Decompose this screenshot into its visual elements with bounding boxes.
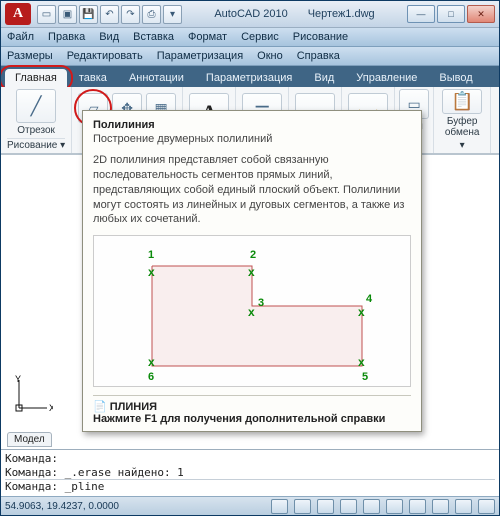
svg-text:x: x <box>358 305 365 319</box>
model-tab[interactable]: Модел <box>7 432 52 447</box>
svg-text:x: x <box>248 265 255 279</box>
svg-text:X: X <box>49 403 53 413</box>
qat-new-icon[interactable]: ▭ <box>37 5 56 24</box>
clipboard-icon[interactable]: 📋 <box>442 89 482 114</box>
tooltip-body: 2D полилиния представляет собой связанну… <box>93 153 411 227</box>
svg-text:5: 5 <box>362 371 368 383</box>
status-toggle-1[interactable] <box>271 499 288 514</box>
menu-help[interactable]: Справка <box>297 49 340 63</box>
qat-dropdown-icon[interactable]: ▾ <box>163 5 182 24</box>
tooltip-cmd-icon: 📄 <box>93 401 110 413</box>
close-button[interactable]: ✕ <box>467 5 495 23</box>
svg-text:Y: Y <box>15 374 21 384</box>
status-toggle-7[interactable] <box>409 499 426 514</box>
menu-bar-row1: Файл Правка Вид Вставка Формат Сервис Ри… <box>1 28 499 47</box>
menu-file[interactable]: Файл <box>7 30 34 44</box>
menu-insert[interactable]: Вставка <box>133 30 174 44</box>
minimize-button[interactable]: — <box>407 5 435 23</box>
svg-text:2: 2 <box>250 249 256 261</box>
status-bar: 54.9063, 19.4237, 0.0000 <box>1 496 499 515</box>
clipboard-label: Буфер обмена <box>440 116 484 138</box>
tooltip-subtitle: Построение двумерных полилиний <box>93 133 411 145</box>
tab-output[interactable]: Вывод <box>429 69 482 87</box>
doc-title: Чертеж1.dwg <box>308 8 375 20</box>
tooltip-polyline: Полилиния Построение двумерных полилиний… <box>82 110 422 432</box>
tooltip-illustration: 1x 2x 3x 4x 5x 6x <box>93 235 411 387</box>
status-toggle-10[interactable] <box>478 499 495 514</box>
qat-undo-icon[interactable]: ↶ <box>100 5 119 24</box>
status-toggle-4[interactable] <box>340 499 357 514</box>
status-toggle-6[interactable] <box>386 499 403 514</box>
status-toggle-8[interactable] <box>432 499 449 514</box>
qat-open-icon[interactable]: ▣ <box>58 5 77 24</box>
status-toggle-5[interactable] <box>363 499 380 514</box>
svg-text:x: x <box>148 265 155 279</box>
svg-text:x: x <box>248 305 255 319</box>
menu-window[interactable]: Окно <box>257 49 283 63</box>
ribbon-tabs: Главная тавка Аннотации Параметризация В… <box>1 66 499 87</box>
maximize-button[interactable]: □ <box>437 5 465 23</box>
cmd-current: Команда: _pline <box>5 479 495 494</box>
menu-view[interactable]: Вид <box>99 30 119 44</box>
qat-print-icon[interactable]: ⎙ <box>142 5 161 24</box>
app-title: AutoCAD 2010 <box>214 8 287 20</box>
status-toggle-9[interactable] <box>455 499 472 514</box>
cmd-history-2: Команда: _.erase найдено: 1 <box>5 466 495 480</box>
menu-bar-row2: Размеры Редактировать Параметризация Окн… <box>1 47 499 66</box>
menu-service[interactable]: Сервис <box>241 30 279 44</box>
menu-format[interactable]: Формат <box>188 30 227 44</box>
svg-text:x: x <box>148 355 155 369</box>
app-menu-button[interactable] <box>5 3 31 25</box>
cmd-history-1: Команда: <box>5 452 495 466</box>
svg-text:x: x <box>358 355 365 369</box>
ucs-icon: Y X <box>11 374 53 419</box>
menu-edit[interactable]: Правка <box>48 30 85 44</box>
svg-text:1: 1 <box>148 249 154 261</box>
command-line[interactable]: Команда: Команда: _.erase найдено: 1 Ком… <box>1 449 499 496</box>
status-coords[interactable]: 54.9063, 19.4237, 0.0000 <box>5 501 119 512</box>
menu-draw[interactable]: Рисование <box>293 30 348 44</box>
tooltip-help: Нажмите F1 для получения дополнительной … <box>93 413 385 425</box>
tab-manage[interactable]: Управление <box>346 69 427 87</box>
draw-panel-title[interactable]: Рисование ▾ <box>7 138 65 151</box>
menu-modify[interactable]: Редактировать <box>67 49 143 63</box>
svg-text:6: 6 <box>148 371 154 383</box>
menu-parametric[interactable]: Параметризация <box>157 49 243 63</box>
tab-parametric[interactable]: Параметризация <box>196 69 302 87</box>
tab-home[interactable]: Главная <box>5 69 67 87</box>
qat-redo-icon[interactable]: ↷ <box>121 5 140 24</box>
status-toggle-3[interactable] <box>317 499 334 514</box>
svg-text:3: 3 <box>258 297 264 309</box>
tooltip-command: ПЛИНИЯ <box>110 401 157 413</box>
qat-save-icon[interactable]: 💾 <box>79 5 98 24</box>
line-tool-icon[interactable]: ╱ <box>16 89 56 123</box>
clipboard-dropdown[interactable]: ▾ <box>460 140 465 151</box>
tooltip-title: Полилиния <box>93 119 411 131</box>
tab-view[interactable]: Вид <box>304 69 344 87</box>
quick-access-toolbar: ▭ ▣ 💾 ↶ ↷ ⎙ ▾ <box>37 5 182 24</box>
line-tool-label: Отрезок <box>17 125 55 136</box>
menu-dimensions[interactable]: Размеры <box>7 49 53 63</box>
status-toggle-2[interactable] <box>294 499 311 514</box>
tab-annotate[interactable]: Аннотации <box>119 69 194 87</box>
tab-insert[interactable]: тавка <box>69 69 117 87</box>
svg-text:4: 4 <box>366 293 373 305</box>
